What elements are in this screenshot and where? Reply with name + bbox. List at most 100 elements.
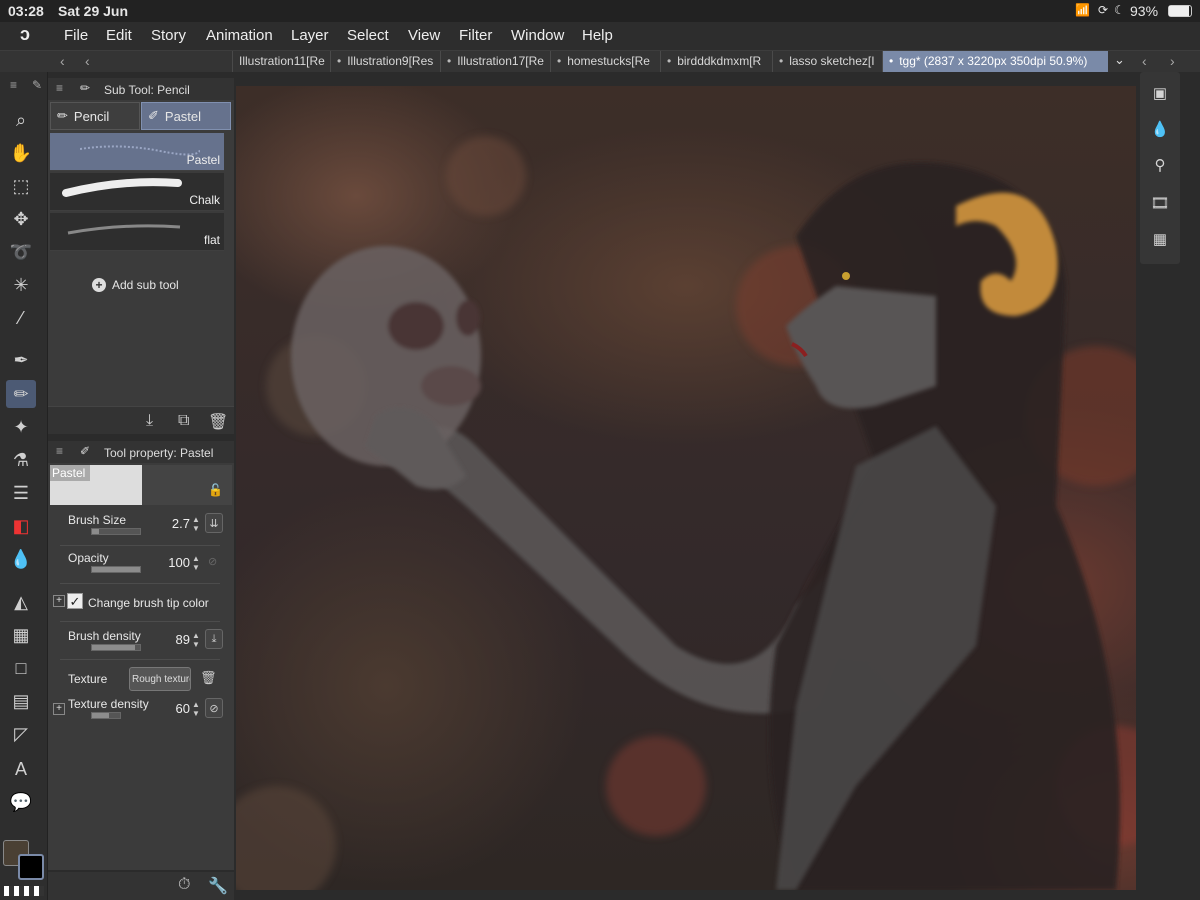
brush-stroke-preview — [80, 145, 200, 156]
wrench-icon[interactable]: 🔧 — [208, 876, 228, 896]
balloon-icon[interactable]: 💬 — [6, 788, 36, 816]
move-icon[interactable]: ✥ — [6, 205, 36, 233]
panel-menu-icon[interactable]: ≡ — [56, 81, 63, 95]
tab-illustration11[interactable]: Illustration11[Re — [232, 51, 328, 72]
sub-color-swatch[interactable] — [18, 854, 44, 880]
pen-mini-icon: ✎ — [32, 78, 43, 92]
opacity-value[interactable]: 100 — [160, 555, 190, 570]
trash-icon[interactable]: 🗑 — [200, 670, 217, 686]
menu-filter[interactable]: Filter — [459, 27, 492, 44]
airbrush-icon[interactable]: ⚗ — [6, 446, 36, 474]
brush-pastel[interactable]: Pastel — [50, 133, 224, 171]
group-pastel[interactable]: ✐ Pastel — [141, 102, 231, 130]
tab-birdddkdmxm[interactable]: • birdddkdmxm[R — [660, 51, 770, 72]
brush-size-value[interactable]: 2.7 — [160, 516, 190, 531]
eyedropper-icon[interactable]: ⁄ — [6, 304, 36, 332]
tabs-scroll-left-icon[interactable]: ‹ — [1142, 53, 1147, 69]
canvas[interactable] — [236, 86, 1136, 890]
text-icon[interactable]: A — [6, 755, 36, 783]
brush-density-value[interactable]: 89 — [160, 632, 190, 647]
magic-wand-icon[interactable]: ✳ — [6, 271, 36, 299]
reset-icon[interactable]: ⏱ — [178, 876, 190, 894]
menu-select[interactable]: Select — [347, 27, 389, 44]
menu-story[interactable]: Story — [151, 27, 186, 44]
ruler-icon[interactable]: ◸ — [6, 720, 36, 748]
menu-help[interactable]: Help — [582, 27, 613, 44]
menu-bar: ↄ File Edit Story Animation Layer Select… — [0, 22, 1200, 50]
menu-animation[interactable]: Animation — [206, 27, 273, 44]
texture-density-value[interactable]: 60 — [160, 701, 190, 716]
brush-density-pressure-icon[interactable]: ⤓ — [205, 629, 223, 649]
tabs-scroll-right-icon[interactable]: › — [1170, 53, 1175, 69]
slider-fill — [92, 645, 135, 650]
tab-homestucks[interactable]: • homestucks[Re — [550, 51, 658, 72]
pressure-off-icon[interactable]: ⊘ — [208, 555, 217, 568]
texture-density-slider[interactable] — [91, 712, 121, 719]
tab-illustration9[interactable]: • Illustration9[Res — [330, 51, 438, 72]
figure-icon[interactable]: □ — [6, 654, 36, 682]
tabs-back-icon[interactable]: ‹ — [85, 53, 90, 69]
menu-file[interactable]: File — [64, 27, 88, 44]
hand-icon[interactable]: ✋ — [6, 139, 36, 167]
brush-size-slider[interactable] — [91, 528, 141, 535]
texture-density-label: Texture density — [68, 697, 149, 711]
menu-layer[interactable]: Layer — [291, 27, 329, 44]
navigator-icon[interactable]: ▣ — [1149, 84, 1171, 106]
sparkle-icon[interactable]: ✦ — [6, 413, 36, 441]
trash-icon[interactable]: 🗑 — [208, 412, 228, 432]
import-icon[interactable]: ⤓ — [146, 412, 153, 430]
decoration-icon[interactable]: ☰ — [6, 479, 36, 507]
fill-icon[interactable]: ◭ — [6, 588, 36, 616]
texture-select[interactable]: Rough texture — [129, 667, 191, 691]
menu-window[interactable]: Window — [511, 27, 564, 44]
pen-icon[interactable]: ✒ — [6, 346, 36, 374]
eraser-icon[interactable]: ◧ — [6, 512, 36, 540]
add-sub-tool-button[interactable]: + Add sub tool — [92, 278, 179, 292]
color-set-icon[interactable]: ⚲ — [1149, 156, 1171, 178]
transparent-color-icon[interactable] — [4, 886, 44, 896]
tab-tgg[interactable]: • tgg* (2837 x 3220px 350dpi 50.9%) — [882, 51, 1108, 72]
brush-density-label: Brush density — [68, 629, 141, 643]
tabs-dropdown-icon[interactable]: ⌄ — [1114, 52, 1125, 68]
blend-icon[interactable]: 💧 — [6, 545, 36, 573]
brush-flat[interactable]: flat — [50, 213, 224, 251]
pencil-icon[interactable]: ✏ — [6, 380, 36, 408]
brush-size-chevron-icon[interactable]: ⇊ — [205, 513, 223, 533]
texture-density-pressure-icon[interactable]: ⊘ — [205, 698, 223, 718]
brush-chalk[interactable]: Chalk — [50, 173, 224, 211]
frame-icon[interactable]: ▤ — [6, 687, 36, 715]
status-time: 03:28 — [8, 3, 44, 19]
film-icon[interactable]: 🎞 — [1149, 194, 1171, 216]
tabs-prev-icon[interactable]: ‹ — [60, 53, 65, 69]
opacity-slider[interactable] — [91, 566, 141, 573]
gradient-icon[interactable]: ▦ — [6, 621, 36, 649]
panel-menu-icon[interactable]: ≡ — [56, 444, 63, 458]
menu-view[interactable]: View — [408, 27, 440, 44]
zoom-icon[interactable]: ⌕ — [6, 106, 36, 134]
duplicate-icon[interactable]: ⧉ — [178, 412, 189, 430]
color-mixing-icon[interactable]: 💧 — [1149, 120, 1171, 142]
lock-icon[interactable]: 🔓 — [208, 483, 223, 497]
opacity-label: Opacity — [68, 551, 109, 565]
pencil-icon: ✏ — [57, 108, 68, 123]
change-tip-color-checkbox[interactable]: ✓ — [67, 593, 83, 609]
menu-lines-icon[interactable]: ≡ — [10, 78, 17, 92]
plus-icon: + — [92, 278, 106, 292]
tab-lasso-sketchez[interactable]: • lasso sketchez[I — [772, 51, 880, 72]
expand-icon[interactable]: + — [53, 595, 65, 607]
expand-icon[interactable]: + — [53, 703, 65, 715]
sub-tool-header: ≡ ✏ Sub Tool: Pencil — [48, 78, 234, 100]
stepper-icon[interactable]: ▲ ▼ — [192, 631, 202, 649]
layer-grid-icon[interactable]: ▦ — [1149, 230, 1171, 252]
stepper-icon[interactable]: ▲ ▼ — [192, 515, 202, 533]
app-logo-icon[interactable]: ↄ — [20, 24, 30, 45]
object-select-icon[interactable]: ⬚ — [6, 172, 36, 200]
lasso-icon[interactable]: ➰ — [6, 238, 36, 266]
unsaved-dot-icon: • — [337, 54, 342, 68]
brush-density-slider[interactable] — [91, 644, 141, 651]
group-pencil[interactable]: ✏ Pencil — [50, 102, 140, 130]
stepper-icon[interactable]: ▲ ▼ — [192, 554, 202, 572]
menu-edit[interactable]: Edit — [106, 27, 132, 44]
tab-illustration17[interactable]: • Illustration17[Re — [440, 51, 548, 72]
stepper-icon[interactable]: ▲ ▼ — [192, 700, 202, 718]
